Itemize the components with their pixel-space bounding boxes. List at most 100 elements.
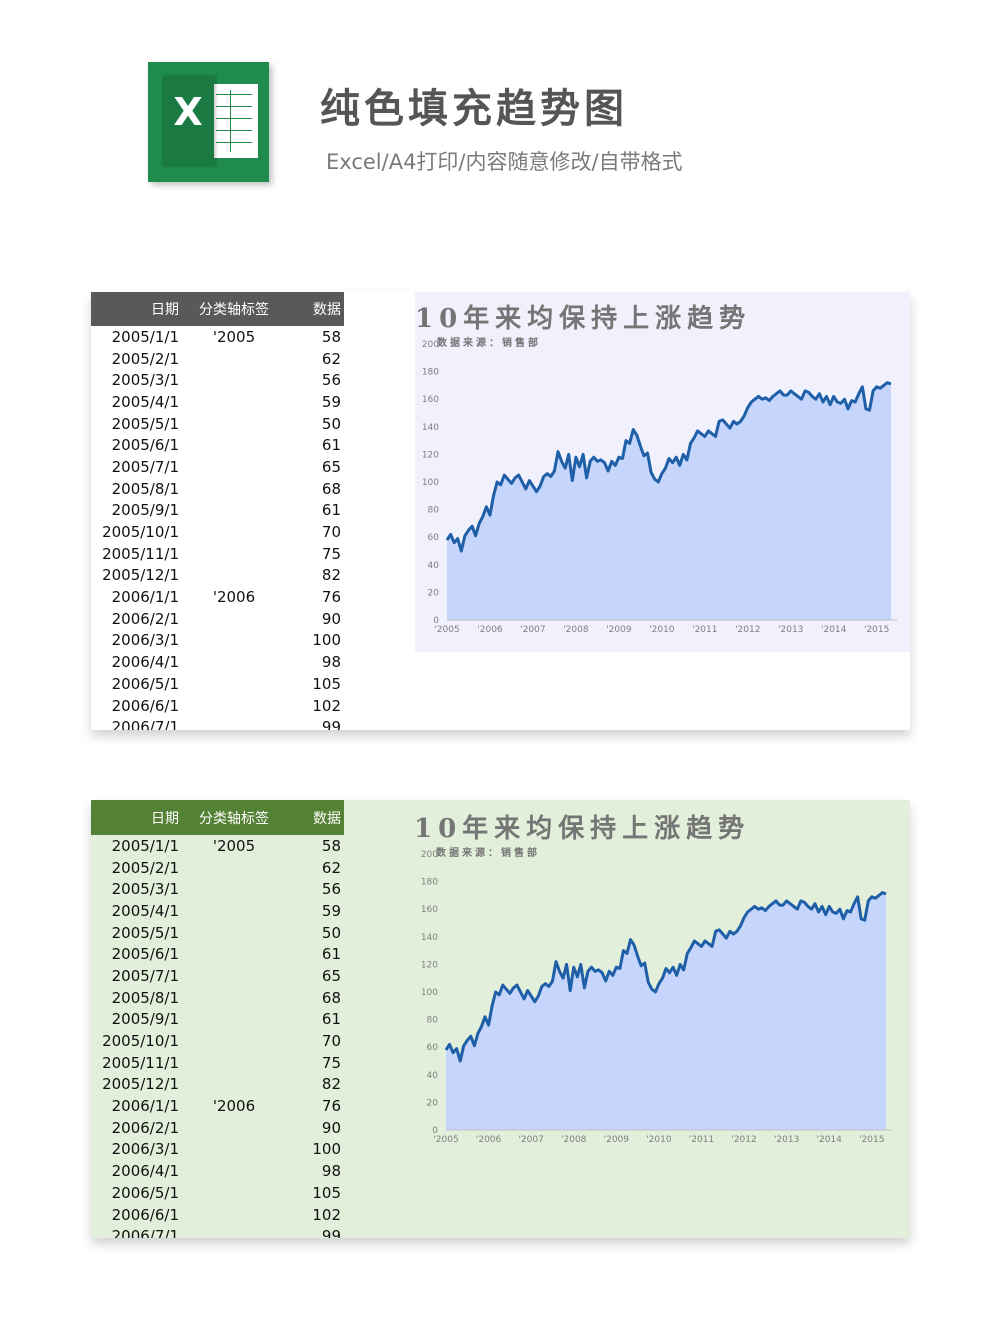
table-row: 2006/2/1 90 bbox=[91, 1117, 344, 1139]
header-date: 日期 bbox=[151, 302, 179, 318]
date-cell: 2005/11/1 bbox=[102, 544, 179, 563]
date-cell: 2005/12/1 bbox=[102, 1075, 179, 1094]
x-tick-label: '2007 bbox=[518, 1135, 543, 1145]
x-tick-label: '2006 bbox=[477, 625, 503, 635]
value-cell: 68 bbox=[321, 479, 341, 498]
x-tick-label: '2005 bbox=[433, 1135, 458, 1145]
x-tick-label: '2009 bbox=[604, 1135, 630, 1145]
date-cell: 2006/7/1 bbox=[111, 1227, 179, 1238]
table-row: 2005/7/1 65 bbox=[91, 456, 344, 478]
value-cell: 65 bbox=[321, 966, 341, 985]
x-tick-label: '2013 bbox=[774, 1135, 799, 1145]
value-cell: 102 bbox=[312, 1205, 341, 1224]
table-row: 2006/5/1 105 bbox=[91, 1182, 344, 1204]
date-cell: 2006/1/1 bbox=[111, 588, 179, 607]
x-tick-label: '2013 bbox=[778, 625, 803, 635]
x-tick-label: '2008 bbox=[561, 1135, 587, 1145]
chart-subtitle: 数据来源：销售部 bbox=[436, 848, 540, 859]
value-cell: 98 bbox=[321, 653, 341, 672]
excel-logo-icon: X bbox=[148, 62, 269, 182]
y-tick-label: 40 bbox=[428, 561, 440, 571]
date-cell: 2006/6/1 bbox=[111, 696, 179, 715]
y-tick-label: 140 bbox=[421, 933, 438, 943]
x-tick-label: '2015 bbox=[864, 625, 889, 635]
table-row: 2005/11/1 75 bbox=[91, 543, 344, 565]
value-cell: 100 bbox=[312, 631, 341, 650]
table-row: 2006/6/1 102 bbox=[91, 695, 344, 717]
value-cell: 82 bbox=[321, 1075, 341, 1094]
category-cell: '2006 bbox=[212, 588, 256, 607]
date-cell: 2005/6/1 bbox=[111, 945, 179, 964]
table-row: 2006/5/1 105 bbox=[91, 673, 344, 695]
y-tick-label: 160 bbox=[421, 905, 438, 915]
table-row: 2005/3/1 56 bbox=[91, 369, 344, 391]
date-cell: 2005/10/1 bbox=[102, 1032, 179, 1051]
x-tick-label: '2014 bbox=[821, 625, 847, 635]
date-cell: 2005/11/1 bbox=[102, 1053, 179, 1072]
value-cell: 50 bbox=[321, 414, 341, 433]
header-value: 数据 bbox=[313, 302, 341, 318]
y-tick-label: 60 bbox=[427, 1043, 439, 1053]
value-cell: 98 bbox=[321, 1162, 341, 1181]
date-cell: 2005/8/1 bbox=[111, 479, 179, 498]
table-row: 2006/1/1 '2006 76 bbox=[91, 586, 344, 608]
date-cell: 2006/3/1 bbox=[111, 1140, 179, 1159]
value-cell: 102 bbox=[312, 696, 341, 715]
value-cell: 75 bbox=[321, 544, 341, 563]
table-row: 2005/12/1 82 bbox=[91, 1074, 344, 1096]
y-tick-label: 180 bbox=[421, 878, 438, 888]
table-body: 2005/1/1'2005 58 2005/2/1 62 2005/3/1 56 2005/… bbox=[91, 835, 344, 1238]
table-row: 2005/8/1 68 bbox=[91, 478, 344, 500]
table-row: 2005/8/1 68 bbox=[91, 987, 344, 1009]
x-tick-label: '2006 bbox=[476, 1135, 502, 1145]
date-cell: 2006/2/1 bbox=[111, 1118, 179, 1137]
table-row: 2006/4/1 98 bbox=[91, 651, 344, 673]
table-row: 2005/1/1 '2005 58 bbox=[91, 835, 344, 857]
table-row: 2006/1/1 '2006 76 bbox=[91, 1095, 344, 1117]
value-cell: 59 bbox=[321, 392, 341, 411]
value-cell: 61 bbox=[321, 501, 341, 520]
x-tick-label: '2014 bbox=[817, 1135, 843, 1145]
table-row: 2005/11/1 75 bbox=[91, 1052, 344, 1074]
data-table: 日期 分类轴标签 数据 2005/1/1'2005 58 2005/2/1 62 200… bbox=[91, 800, 344, 1238]
category-cell: '2006 bbox=[212, 1097, 256, 1116]
value-cell: 100 bbox=[312, 1140, 341, 1159]
chart-title: 10年来均保持上涨趋势 bbox=[415, 304, 752, 334]
table-row: 2005/1/1 '2005 58 bbox=[91, 326, 344, 348]
x-tick-label: '2012 bbox=[735, 625, 760, 635]
table-row: 2006/3/1 100 bbox=[91, 1139, 344, 1161]
table-row: 2005/3/1 56 bbox=[91, 878, 344, 900]
date-cell: 2005/5/1 bbox=[111, 414, 179, 433]
table-row: 2005/6/1 61 bbox=[91, 434, 344, 456]
table-body: 2005/1/1'2005 58 2005/2/1 62 2005/3/1 56 2005/… bbox=[91, 326, 344, 730]
table-row: 2005/2/1 62 bbox=[91, 857, 344, 879]
table-row: 2006/7/1 99 bbox=[91, 1225, 344, 1238]
chart-area: 10年来均保持上涨趋势 数据来源：销售部 0 20 40 60 80 100 120 140 1… bbox=[344, 800, 910, 1238]
y-tick-label: 20 bbox=[427, 1098, 439, 1108]
logo-letter: X bbox=[173, 90, 203, 134]
date-cell: 2005/6/1 bbox=[111, 436, 179, 455]
chart-title: 10年来均保持上涨趋势 bbox=[414, 814, 751, 844]
chart-area: 10年来均保持上涨趋势 数据来源：销售部 0 20 40 60 80 100 120 140 1… bbox=[415, 292, 910, 652]
date-cell: 2005/1/1 bbox=[111, 327, 179, 346]
value-cell: 68 bbox=[321, 988, 341, 1007]
area-chart: 020406080100120140160180200'2005'2006'20… bbox=[421, 850, 892, 1145]
x-tick-label: '2008 bbox=[563, 625, 589, 635]
table-header: 日期 分类轴标签 数据 bbox=[91, 292, 344, 326]
header-date: 日期 bbox=[151, 810, 179, 827]
value-cell: 65 bbox=[321, 457, 341, 476]
spreadsheet-grid-icon bbox=[210, 84, 258, 158]
table-row: 2006/2/1 90 bbox=[91, 608, 344, 630]
date-cell: 2006/7/1 bbox=[111, 718, 179, 730]
y-tick-label: 80 bbox=[427, 1016, 439, 1026]
table-row: 2005/7/1 65 bbox=[91, 965, 344, 987]
y-tick-label: 180 bbox=[422, 368, 439, 378]
value-cell: 70 bbox=[321, 523, 341, 542]
area-fill bbox=[446, 892, 886, 1130]
date-cell: 2005/8/1 bbox=[111, 988, 179, 1007]
date-cell: 2006/3/1 bbox=[111, 631, 179, 650]
value-cell: 82 bbox=[321, 566, 341, 585]
value-cell: 62 bbox=[321, 349, 341, 368]
date-cell: 2005/2/1 bbox=[111, 858, 179, 877]
y-tick-label: 100 bbox=[421, 988, 438, 998]
